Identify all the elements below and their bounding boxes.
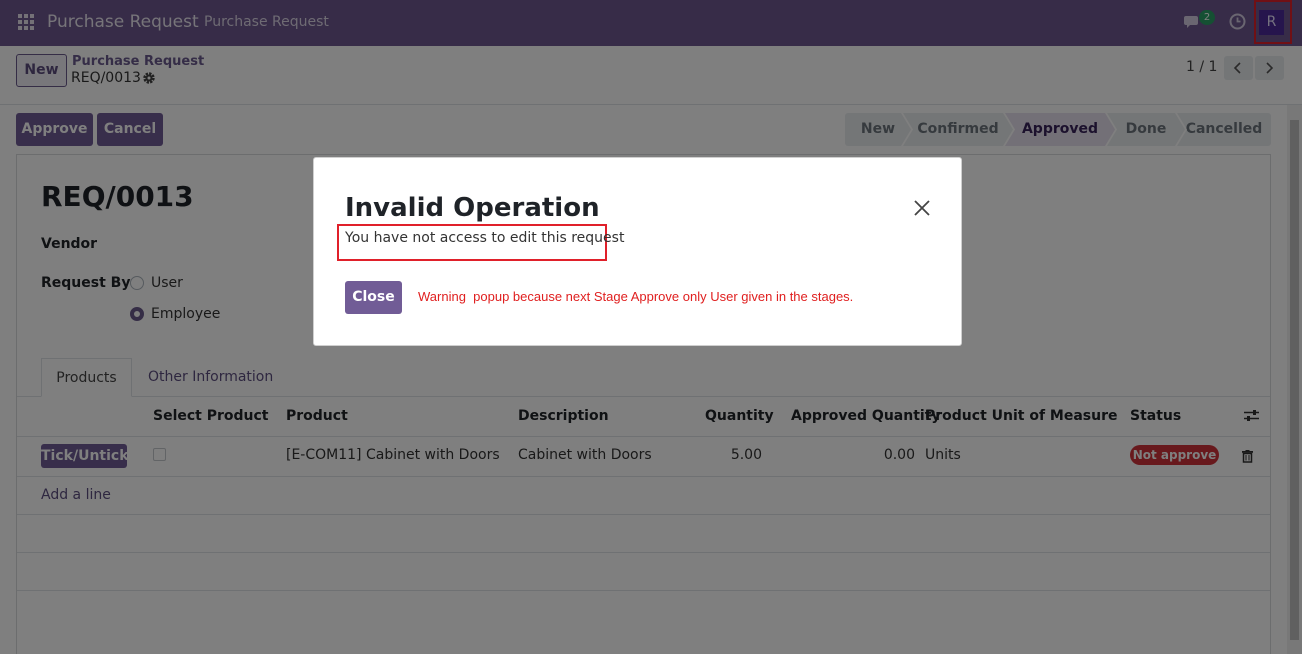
warning-annotation: Warning popup because next Stage Approve… [418, 289, 854, 304]
close-icon[interactable] [912, 198, 932, 218]
dialog-title: Invalid Operation [345, 193, 600, 223]
dialog-message: You have not access to edit this request [345, 230, 625, 246]
close-button[interactable]: Close [345, 281, 402, 314]
